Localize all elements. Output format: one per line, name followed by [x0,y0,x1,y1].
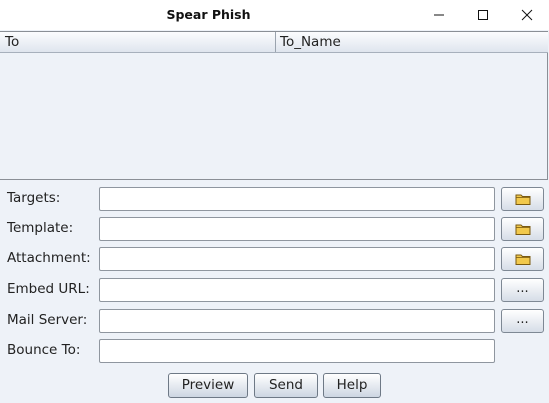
preview-button[interactable]: Preview [168,373,248,398]
embed-url-label: Embed URL: [7,281,90,297]
targets-input[interactable] [99,187,495,211]
column-header-to[interactable]: To [0,32,276,52]
folder-icon [515,224,530,235]
template-input[interactable] [99,217,495,241]
maximize-icon [478,10,488,20]
targets-browse-button[interactable] [501,187,544,211]
attachment-label: Attachment: [7,250,91,266]
attachment-browse-button[interactable] [501,247,544,271]
folder-icon [515,254,530,265]
title-bar: Spear Phish [0,0,549,30]
bounce-to-label: Bounce To: [7,342,81,358]
targets-label: Targets: [7,190,61,206]
close-icon [521,9,533,21]
template-label: Template: [7,220,74,236]
window-title: Spear Phish [166,7,251,22]
bounce-to-input[interactable] [99,339,495,363]
send-button[interactable]: Send [254,373,318,398]
help-button[interactable]: Help [323,373,381,398]
column-header-to-name[interactable]: To_Name [276,32,548,52]
minimize-icon [434,14,444,16]
mail-server-label: Mail Server: [7,312,88,328]
mail-server-options-button[interactable]: ... [501,309,544,333]
mail-server-input[interactable] [99,309,495,333]
template-browse-button[interactable] [501,217,544,241]
recipients-table[interactable]: To To_Name [0,31,548,180]
close-button[interactable] [505,0,549,30]
embed-url-options-button[interactable]: ... [501,278,544,302]
embed-url-input[interactable] [99,278,495,302]
maximize-button[interactable] [461,0,505,30]
folder-icon [515,194,530,205]
attachment-input[interactable] [99,247,495,271]
minimize-button[interactable] [417,0,461,30]
table-header: To To_Name [0,32,548,53]
